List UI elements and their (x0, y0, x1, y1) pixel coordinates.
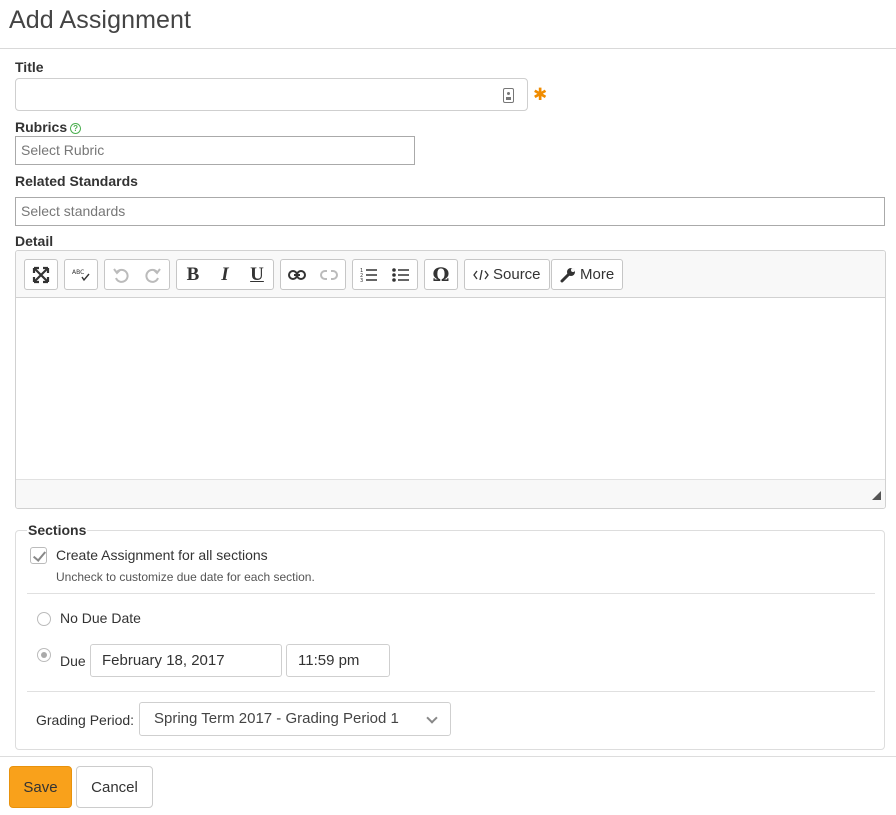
save-button[interactable]: Save (9, 766, 72, 808)
due-radio[interactable] (37, 648, 51, 662)
redo-button[interactable] (137, 260, 169, 289)
editor-content-area[interactable] (16, 298, 885, 479)
numbered-list-button[interactable]: 123 (353, 260, 385, 289)
all-sections-label[interactable]: Create Assignment for all sections (56, 547, 268, 563)
editor-toolbar: ABC B I U 123 Ω Source More (16, 251, 885, 298)
svg-text:ABC: ABC (72, 269, 84, 276)
cancel-button[interactable]: Cancel (76, 766, 153, 808)
undo-button[interactable] (105, 260, 137, 289)
more-button[interactable]: More (552, 260, 622, 289)
rubrics-label: Rubrics? (15, 119, 82, 135)
omega-icon: Ω (432, 263, 450, 286)
all-sections-checkbox[interactable] (30, 547, 47, 564)
toolbar-group-maximize (24, 259, 58, 290)
svg-text:3: 3 (360, 278, 363, 283)
underline-icon: U (250, 263, 264, 285)
footer-divider (0, 756, 896, 757)
maximize-button[interactable] (25, 260, 57, 289)
bold-button[interactable]: B (177, 260, 209, 289)
toolbar-group-format: B I U (176, 259, 274, 290)
due-date-input[interactable]: February 18, 2017 (90, 644, 282, 677)
unlink-button[interactable] (313, 260, 345, 289)
due-time-input[interactable]: 11:59 pm (286, 644, 390, 677)
rubrics-label-text: Rubrics (15, 119, 68, 135)
underline-button[interactable]: U (241, 260, 273, 289)
standards-label: Related Standards (15, 173, 138, 189)
undo-icon (113, 267, 129, 283)
grading-period-label: Grading Period: (36, 712, 135, 728)
special-char-button[interactable]: Ω (425, 260, 457, 289)
grading-period-value: Spring Term 2017 - Grading Period 1 (154, 710, 399, 727)
grading-period-select[interactable]: Spring Term 2017 - Grading Period 1 (139, 702, 451, 736)
required-asterisk-icon: ✱ (533, 85, 548, 104)
link-button[interactable] (281, 260, 313, 289)
toolbar-group-source: Source (464, 259, 550, 290)
numbered-list-icon: 123 (360, 268, 377, 283)
toolbar-group-special: Ω (424, 259, 458, 290)
no-due-date-label[interactable]: No Due Date (60, 610, 141, 626)
italic-button[interactable]: I (209, 260, 241, 289)
detail-label: Detail (15, 233, 54, 249)
help-icon[interactable]: ? (70, 123, 82, 134)
code-icon (473, 269, 489, 280)
due-label[interactable]: Due (60, 653, 86, 669)
title-label: Title (15, 59, 44, 75)
no-due-date-radio[interactable] (37, 612, 51, 626)
page-title: Add Assignment (9, 6, 192, 34)
contact-card-icon[interactable] (503, 88, 514, 103)
rich-text-editor: ABC B I U 123 Ω Source More (15, 250, 886, 509)
resize-handle-icon[interactable] (872, 491, 881, 500)
italic-icon: I (221, 263, 229, 285)
chevron-down-icon (426, 712, 438, 724)
unlink-icon (320, 269, 338, 280)
link-icon (288, 269, 306, 280)
bullet-list-icon (392, 267, 409, 282)
spellcheck-icon: ABC (72, 269, 90, 281)
divider (27, 593, 875, 594)
source-label: Source (493, 266, 541, 283)
toolbar-group-spell: ABC (64, 259, 98, 290)
title-input[interactable] (15, 78, 528, 111)
page-header: Add Assignment (0, 0, 896, 49)
bold-icon: B (186, 263, 200, 285)
bullet-list-button[interactable] (385, 260, 417, 289)
toolbar-group-more: More (551, 259, 624, 290)
divider (27, 691, 875, 692)
redo-icon (145, 267, 161, 283)
sections-legend: Sections (27, 522, 88, 538)
rubric-select[interactable]: Select Rubric (15, 136, 415, 165)
all-sections-help: Uncheck to customize due date for each s… (56, 570, 315, 584)
toolbar-group-links (280, 259, 346, 290)
toolbar-group-history (104, 259, 170, 290)
spellcheck-button[interactable]: ABC (65, 260, 97, 289)
more-label: More (580, 266, 615, 283)
source-button[interactable]: Source (465, 260, 549, 289)
toolbar-group-lists: 123 (352, 259, 418, 290)
wrench-icon (560, 267, 575, 282)
editor-footer (16, 479, 885, 508)
maximize-icon (32, 266, 50, 283)
standards-select[interactable]: Select standards (15, 197, 885, 226)
